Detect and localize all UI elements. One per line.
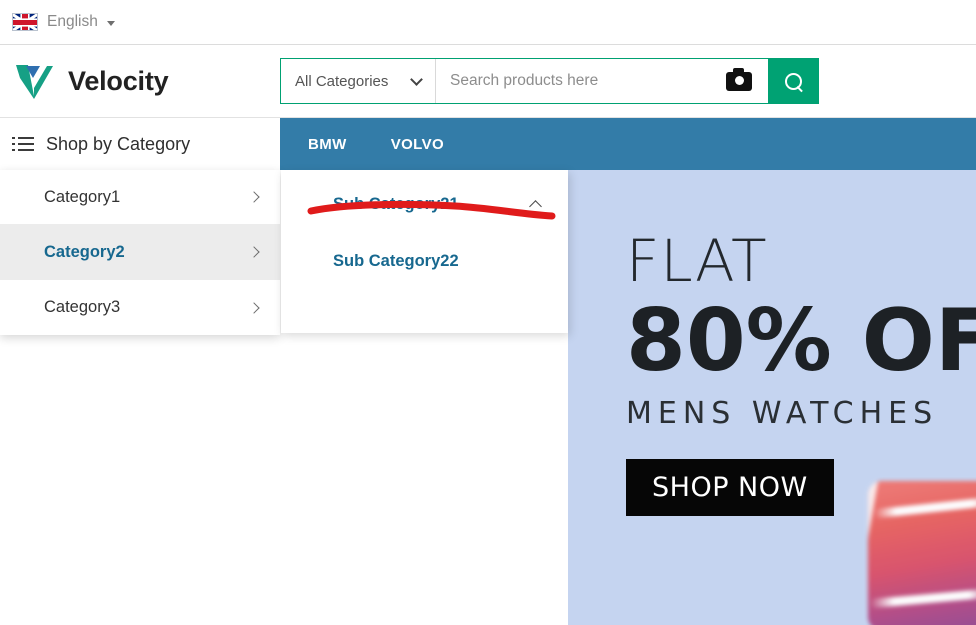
chevron-down-icon <box>106 20 115 26</box>
watch-product-image <box>868 481 976 625</box>
language-label: English <box>47 13 98 30</box>
chevron-right-icon <box>248 191 260 203</box>
subcategory-item-label: Sub Category21 <box>333 195 459 213</box>
category-item-label: Category3 <box>44 298 121 316</box>
category-item-3[interactable]: Category3 <box>0 280 280 335</box>
chevron-right-icon <box>248 246 260 258</box>
shop-by-category-label: Shop by Category <box>46 133 191 154</box>
search-bar: All Categories <box>280 58 819 104</box>
search-field-wrap <box>436 59 768 103</box>
subcategory-item-21[interactable]: Sub Category21 <box>281 182 568 227</box>
page-root: FLAT 80% OFF MENS WATCHES SHOP NOW Engli… <box>0 0 976 625</box>
chevron-up-icon[interactable] <box>529 200 542 213</box>
chevron-right-icon <box>248 301 260 314</box>
uk-flag-icon <box>12 13 38 31</box>
main-navbar: BMW VOLVO Shop by Category <box>0 118 976 170</box>
category-item-2[interactable]: Category2 <box>0 225 280 280</box>
shop-by-category-button[interactable]: Shop by Category <box>0 118 280 170</box>
category-item-1[interactable]: Category1 <box>0 170 280 225</box>
camera-icon[interactable] <box>726 67 752 91</box>
search-icon <box>784 72 802 90</box>
navbar-links: BMW VOLVO <box>280 118 976 170</box>
shop-now-button[interactable]: SHOP NOW <box>626 459 834 517</box>
category-select[interactable]: All Categories <box>281 59 436 103</box>
search-button[interactable] <box>768 59 818 103</box>
category-item-label: Category2 <box>44 242 125 261</box>
nav-link-bmw[interactable]: BMW <box>298 132 357 157</box>
brand-name: Velocity <box>68 65 169 96</box>
promo-banner-content: FLAT 80% OFF MENS WATCHES SHOP NOW <box>626 227 976 517</box>
subcategory-panel: Sub Category21 Sub Category22 <box>281 170 568 333</box>
velocity-check-logo-icon <box>14 62 54 100</box>
category-dropdown-panel: Category1 Category2 Category3 <box>0 170 280 335</box>
category-select-value: All Categories <box>295 72 389 90</box>
chevron-down-icon <box>410 72 423 86</box>
list-icon <box>12 136 34 152</box>
subcategory-item-label: Sub Category22 <box>333 252 459 270</box>
banner-headline-flat: FLAT <box>626 227 768 295</box>
site-header: Velocity All Categories <box>0 45 976 118</box>
subcategory-item-22[interactable]: Sub Category22 <box>281 239 568 284</box>
brand-logo[interactable]: Velocity <box>14 62 266 100</box>
nav-link-volvo[interactable]: VOLVO <box>381 132 454 157</box>
top-language-bar: English <box>0 0 976 45</box>
promo-banner[interactable]: FLAT 80% OFF MENS WATCHES SHOP NOW <box>568 170 976 625</box>
banner-subtitle: MENS WATCHES <box>626 396 939 432</box>
banner-headline-discount: 80% OFF <box>626 291 976 391</box>
language-selector[interactable]: English <box>12 13 115 31</box>
search-input[interactable] <box>450 72 726 90</box>
category-item-label: Category1 <box>44 187 121 206</box>
